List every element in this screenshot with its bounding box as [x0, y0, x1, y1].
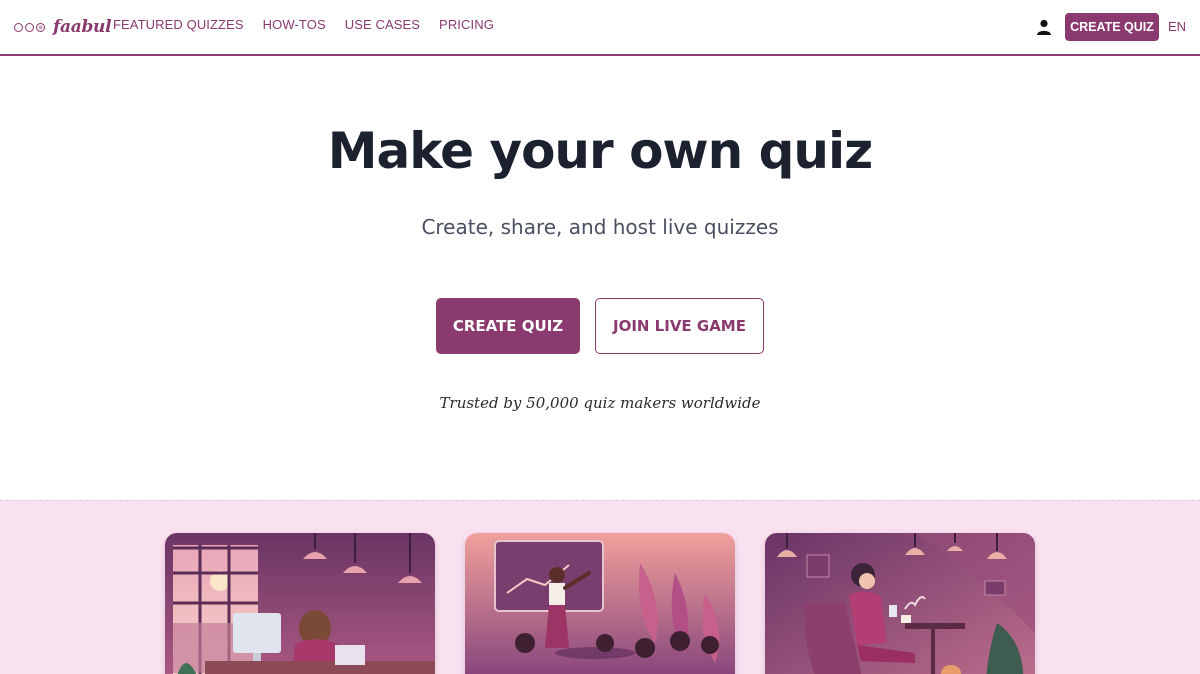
cafe-illustration [765, 533, 1035, 674]
logo-dots-icon [14, 22, 47, 32]
nav-featured-quizzes[interactable]: FEATURED QUIZZES [113, 17, 244, 32]
page-title: Make your own quiz [327, 122, 874, 180]
join-live-game-button[interactable]: JOIN LIVE GAME [595, 298, 764, 354]
language-selector[interactable]: EN [1168, 19, 1186, 34]
header-create-quiz-button[interactable]: CREATE QUIZ [1065, 13, 1159, 41]
trusted-tagline: Trusted by 50,000 quiz makers worldwide [439, 394, 761, 412]
illustration-card-cafe [765, 533, 1035, 674]
top-navigation-bar: faabul FEATURED QUIZZES HOW-TOS USE CASE… [0, 0, 1200, 56]
logo-wordmark: faabul [53, 17, 112, 37]
nav-how-tos[interactable]: HOW-TOS [263, 17, 326, 32]
faabul-logo[interactable]: faabul [14, 14, 112, 40]
illustration-card-office [165, 533, 435, 674]
presentation-illustration [465, 533, 735, 674]
office-illustration [165, 533, 435, 674]
hero-subtitle: Create, share, and host live quizzes [421, 215, 779, 239]
user-icon[interactable] [1035, 18, 1053, 36]
illustration-card-presentation [465, 533, 735, 674]
nav-pricing[interactable]: PRICING [439, 17, 494, 32]
create-quiz-button[interactable]: CREATE QUIZ [436, 298, 580, 354]
main-nav: FEATURED QUIZZES HOW-TOS USE CASES PRICI… [113, 17, 513, 32]
nav-use-cases[interactable]: USE CASES [345, 17, 420, 32]
